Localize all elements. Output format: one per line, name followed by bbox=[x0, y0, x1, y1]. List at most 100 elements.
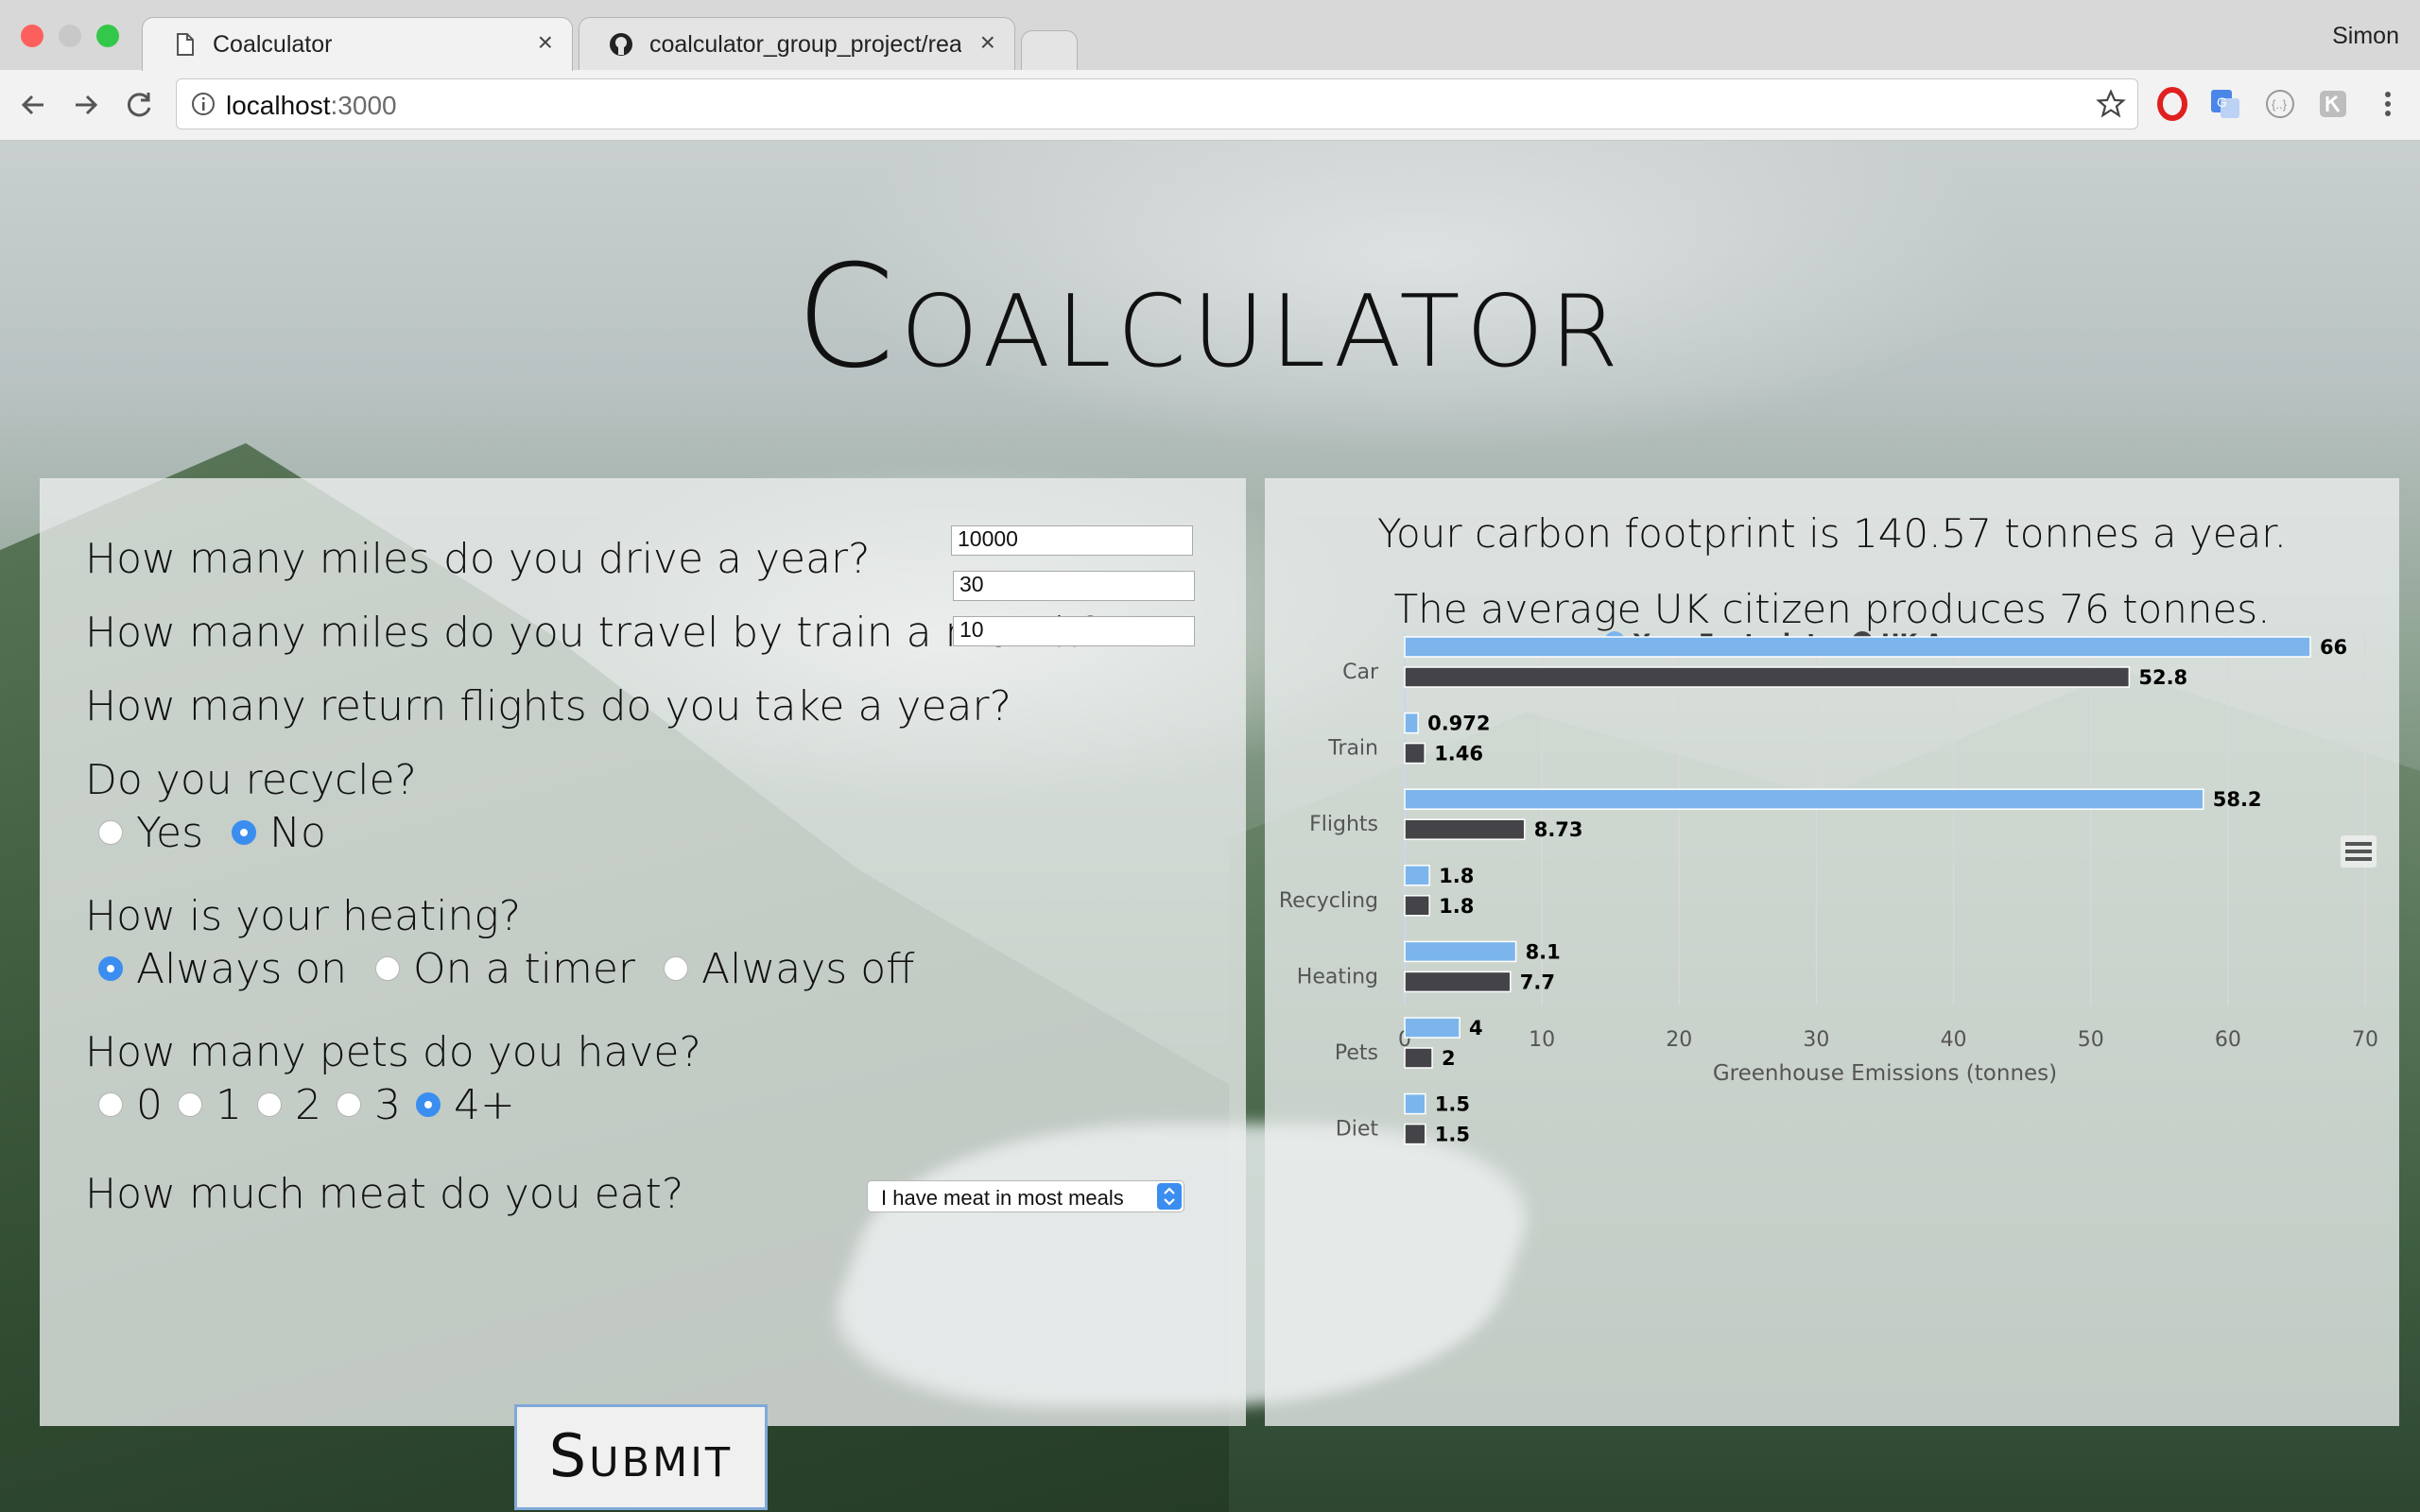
browser-tab-strip: Coalculator × coalculator_group_project/… bbox=[0, 0, 2420, 71]
data-label: 4 bbox=[1469, 1017, 1483, 1040]
data-label: 2 bbox=[1442, 1047, 1456, 1070]
calculator-form: How many miles do you drive a year? 1000… bbox=[40, 478, 1246, 1510]
drive-miles-input[interactable]: 10000 bbox=[951, 525, 1193, 556]
radio-label: 3 bbox=[374, 1080, 401, 1129]
y-category-label: Train bbox=[1327, 737, 1378, 761]
x-tick-label: 50 bbox=[2078, 1028, 2104, 1052]
back-icon[interactable] bbox=[13, 85, 53, 125]
question-drive: How many miles do you drive a year? bbox=[85, 535, 871, 583]
y-category-label: Pets bbox=[1335, 1041, 1378, 1065]
forward-icon[interactable] bbox=[66, 85, 106, 125]
question-heating: How is your heating? bbox=[85, 892, 522, 940]
bar-your-footprint bbox=[1404, 1017, 1461, 1039]
x-tick-label: 70 bbox=[2352, 1028, 2378, 1052]
tab-github[interactable]: coalculator_group_project/reac × bbox=[579, 17, 1015, 71]
page-title: Coalculator bbox=[795, 235, 1625, 400]
data-label: 8.1 bbox=[1526, 940, 1561, 963]
reload-icon[interactable] bbox=[119, 85, 159, 125]
radio-label: 0 bbox=[136, 1080, 163, 1129]
json-viewer-extension-icon[interactable]: {..} bbox=[2263, 87, 2297, 121]
x-tick-label: 40 bbox=[1941, 1028, 1967, 1052]
heating-timer-radio[interactable] bbox=[375, 956, 401, 981]
results-panel: Your carbon footprint is 140.57 tonnes a… bbox=[1265, 478, 2399, 1426]
emissions-bar-chart: 0 10 20 30 40 50 60 70Greenhouse Emissions (ton… bbox=[1279, 629, 2378, 1146]
extension-icon[interactable] bbox=[2316, 87, 2350, 121]
radio-label: 2 bbox=[295, 1080, 321, 1129]
radio-label: 1 bbox=[216, 1080, 242, 1129]
data-label: 52.8 bbox=[2138, 666, 2187, 689]
tab-title: coalculator_group_project/reac bbox=[649, 31, 961, 58]
question-pets: How many pets do you have? bbox=[85, 1028, 701, 1076]
radio-label: Yes bbox=[136, 808, 204, 857]
bar-uk-average bbox=[1404, 971, 1512, 993]
close-tab-icon[interactable]: × bbox=[538, 29, 553, 56]
github-icon bbox=[610, 33, 632, 56]
submit-button[interactable]: Submit bbox=[514, 1404, 768, 1510]
browser-toolbar: localhost:3000 G {..} bbox=[0, 70, 2420, 141]
data-label: 58.2 bbox=[2213, 788, 2262, 811]
y-category-label: Diet bbox=[1336, 1118, 1379, 1142]
select-arrows-icon bbox=[1157, 1183, 1182, 1210]
radio-label: 4+ bbox=[454, 1080, 515, 1129]
maximize-window-button[interactable] bbox=[96, 25, 119, 47]
meat-select[interactable]: I have meat in most meals bbox=[867, 1180, 1184, 1212]
bar-your-footprint bbox=[1404, 712, 1419, 734]
page-icon bbox=[177, 33, 194, 56]
profile-name[interactable]: Simon bbox=[2332, 23, 2399, 50]
svg-text:{..}: {..} bbox=[2272, 97, 2288, 112]
opera-extension-icon[interactable] bbox=[2155, 87, 2189, 121]
bar-your-footprint bbox=[1404, 788, 2204, 810]
radio-label: Always off bbox=[700, 944, 915, 993]
chrome-menu-icon[interactable] bbox=[2371, 87, 2405, 121]
pets-1-radio[interactable] bbox=[178, 1092, 202, 1117]
pets-3-radio[interactable] bbox=[337, 1092, 361, 1117]
question-meat: How much meat do you eat? bbox=[85, 1170, 684, 1218]
data-label: 7.7 bbox=[1520, 971, 1555, 993]
question-recycle: Do you recycle? bbox=[85, 756, 417, 804]
recycle-no-radio[interactable] bbox=[232, 820, 257, 845]
bar-uk-average bbox=[1404, 1123, 1426, 1145]
train-miles-input[interactable]: 30 bbox=[953, 571, 1195, 601]
question-flights: How many return flights do you take a ye… bbox=[85, 682, 1011, 730]
address-bar[interactable]: localhost:3000 bbox=[176, 78, 2138, 129]
x-tick-label: 20 bbox=[1666, 1028, 1692, 1052]
question-train: How many miles do you travel by train a … bbox=[85, 609, 1102, 657]
data-label: 8.73 bbox=[1534, 818, 1583, 841]
recycle-yes-radio[interactable] bbox=[98, 820, 123, 845]
close-window-button[interactable] bbox=[21, 25, 43, 47]
data-label: 1.8 bbox=[1439, 895, 1474, 918]
heating-always-on-radio[interactable] bbox=[98, 956, 123, 981]
bar-your-footprint bbox=[1404, 1092, 1426, 1115]
heating-always-off-radio[interactable] bbox=[663, 956, 688, 981]
flights-input[interactable]: 10 bbox=[953, 616, 1195, 646]
bar-your-footprint bbox=[1404, 865, 1430, 886]
recycle-options: Yes No bbox=[98, 808, 354, 857]
svg-text:G: G bbox=[2217, 94, 2227, 110]
data-label: 1.8 bbox=[1439, 865, 1474, 887]
pets-0-radio[interactable] bbox=[98, 1092, 123, 1117]
info-icon[interactable] bbox=[190, 91, 216, 117]
tab-coalculator[interactable]: Coalculator × bbox=[142, 17, 573, 71]
pets-2-radio[interactable] bbox=[257, 1092, 282, 1117]
new-tab-button[interactable] bbox=[1021, 30, 1078, 71]
radio-label: Always on bbox=[136, 944, 348, 993]
x-axis-title: Greenhouse Emissions (tonnes) bbox=[1713, 1061, 2057, 1086]
bar-uk-average bbox=[1404, 1047, 1433, 1069]
radio-label: No bbox=[269, 808, 326, 857]
x-tick-label: 10 bbox=[1529, 1028, 1555, 1052]
close-tab-icon[interactable]: × bbox=[980, 29, 995, 56]
minimize-window-button[interactable] bbox=[59, 25, 81, 47]
pets-4plus-radio[interactable] bbox=[416, 1092, 441, 1117]
heating-options: Always on On a timer Always off bbox=[98, 944, 942, 993]
y-category-label: Heating bbox=[1297, 965, 1378, 988]
x-tick-label: 60 bbox=[2215, 1028, 2241, 1052]
bookmark-star-icon[interactable] bbox=[2096, 89, 2126, 119]
chart-menu-icon[interactable] bbox=[2341, 835, 2377, 868]
y-category-label: Flights bbox=[1309, 813, 1378, 836]
y-category-label: Car bbox=[1342, 661, 1379, 684]
bar-uk-average bbox=[1404, 895, 1430, 917]
translate-extension-icon[interactable]: G bbox=[2208, 87, 2242, 121]
radio-label: On a timer bbox=[413, 944, 635, 993]
bar-your-footprint bbox=[1404, 636, 2311, 658]
data-label: 1.5 bbox=[1435, 1093, 1470, 1116]
